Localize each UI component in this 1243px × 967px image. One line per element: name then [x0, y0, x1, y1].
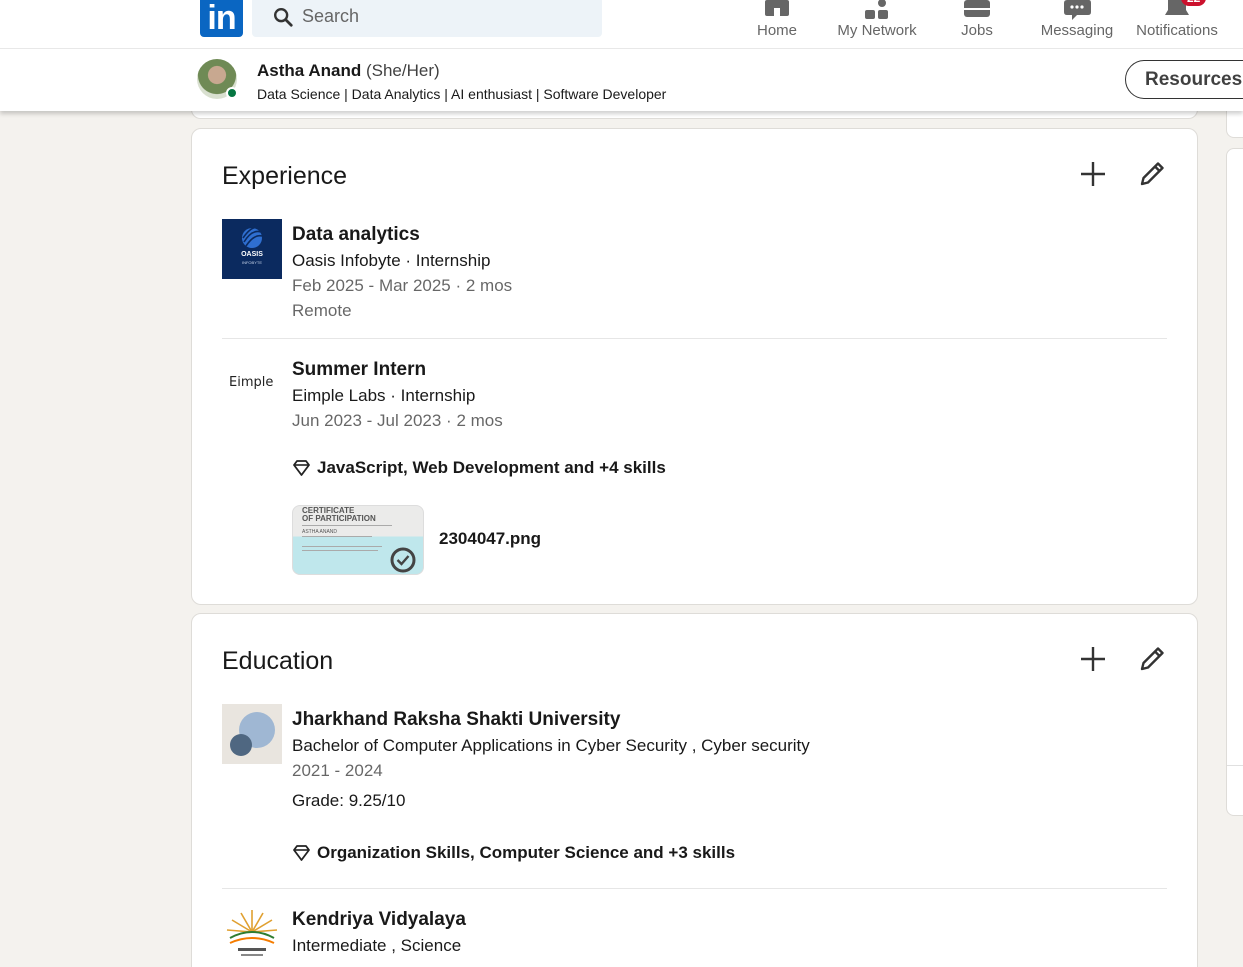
messaging-icon: [1064, 0, 1091, 20]
item-divider: [222, 338, 1167, 339]
nav-home[interactable]: Home: [747, 0, 807, 49]
certificate-line: [302, 546, 382, 547]
diamond-icon: [293, 459, 310, 476]
certificate-seal-icon: [390, 547, 416, 573]
nav-notifications[interactable]: 22 Notifications: [1132, 0, 1222, 49]
company-logo-eimple[interactable]: Eimple: [222, 354, 282, 414]
experience-location: Remote: [292, 301, 352, 320]
education-section: Education Jharkhand Raksha Shakti Univer…: [191, 613, 1198, 967]
education-skills[interactable]: Organization Skills, Computer Science an…: [292, 843, 735, 863]
school-logo-placeholder[interactable]: [222, 704, 282, 764]
top-nav: in Search Home My Network Jobs Messaging…: [0, 0, 1243, 49]
add-icon[interactable]: [1077, 643, 1109, 675]
school-placeholder-icon: [230, 712, 275, 756]
nav-my-network-label: My Network: [837, 22, 917, 39]
school-logo-kendriya[interactable]: [222, 906, 282, 966]
diamond-icon: [293, 844, 310, 861]
sticky-profile-bar: Astha Anand (She/Her) Data Science | Dat…: [0, 49, 1243, 111]
search-placeholder[interactable]: Search: [302, 6, 359, 27]
nav-jobs-label: Jobs: [961, 22, 993, 39]
sunburst-emblem-icon: [226, 910, 278, 956]
experience-title[interactable]: Summer Intern: [292, 359, 426, 381]
media-filename[interactable]: 2304047.png: [439, 529, 541, 549]
certificate-line: [302, 525, 392, 526]
education-school[interactable]: Kendriya Vidyalaya: [292, 909, 466, 931]
right-rail-card: [1226, 148, 1243, 816]
profile-name-text: Astha Anand: [257, 61, 362, 80]
certificate-subtitle: OF PARTICIPATION: [302, 514, 376, 523]
briefcase-icon: [964, 0, 990, 17]
linkedin-logo[interactable]: in: [200, 0, 243, 37]
nav-jobs[interactable]: Jobs: [947, 0, 1007, 49]
nav-messaging-label: Messaging: [1040, 22, 1114, 39]
nav-home-label: Home: [756, 22, 797, 39]
home-icon: [765, 0, 789, 16]
item-divider: [222, 888, 1167, 889]
nav-messaging[interactable]: Messaging: [1037, 0, 1117, 49]
education-degree: Intermediate , Science: [292, 936, 462, 955]
experience-company: Eimple Labs · Internship: [292, 386, 476, 405]
eimple-logo-text: Eimple: [229, 375, 274, 390]
edit-pencil-icon[interactable]: [1136, 158, 1168, 190]
profile-pronouns: (She/Her): [365, 61, 440, 80]
education-skills-text: Organization Skills, Computer Science an…: [317, 843, 736, 862]
education-school[interactable]: Jharkhand Raksha Shakti University: [292, 709, 620, 731]
notification-badge: 22: [1181, 0, 1207, 6]
education-heading: Education: [222, 647, 334, 675]
education-degree: Bachelor of Computer Applications in Cyb…: [292, 736, 810, 755]
search-icon: [274, 8, 293, 27]
right-rail-divider: [1227, 765, 1243, 766]
profile-headline: Data Science | Data Analytics | AI enthu…: [257, 86, 667, 102]
edit-pencil-icon[interactable]: [1136, 643, 1168, 675]
add-icon[interactable]: [1077, 158, 1109, 190]
media-thumbnail[interactable]: CERTIFICATE OF PARTICIPATION ASTHA ANAND: [292, 505, 424, 575]
company-logo-oasis[interactable]: OASIS INFOBYTE: [222, 219, 282, 279]
oasis-logo-text: OASIS: [241, 251, 263, 258]
certificate-name: ASTHA ANAND: [302, 529, 338, 535]
nav-notifications-label: Notifications: [1136, 22, 1218, 39]
search-bar[interactable]: Search: [252, 0, 602, 37]
nav-my-network[interactable]: My Network: [832, 0, 922, 49]
experience-skills-text: JavaScript, Web Development and +4 skill…: [317, 458, 666, 477]
experience-skills[interactable]: JavaScript, Web Development and +4 skill…: [292, 458, 666, 478]
experience-section: Experience OASIS INFOBYTE Data analytics…: [191, 128, 1198, 605]
experience-heading: Experience: [222, 162, 348, 190]
oasis-logo-subtext: INFOBYTE: [241, 260, 262, 265]
certificate-line: [302, 550, 378, 551]
profile-name: Astha Anand (She/Her): [257, 61, 440, 81]
experience-dates: Jun 2023 - Jul 2023 · 2 mos: [292, 411, 503, 430]
network-icon: [865, 0, 888, 19]
experience-dates: Feb 2025 - Mar 2025 · 2 mos: [292, 276, 513, 295]
education-grade: Grade: 9.25/10: [292, 791, 406, 810]
oasis-globe-icon: [242, 226, 263, 248]
certificate-line: [302, 536, 372, 537]
experience-company: Oasis Infobyte · Internship: [292, 251, 491, 270]
resources-button[interactable]: Resources: [1125, 60, 1243, 99]
experience-title[interactable]: Data analytics: [292, 224, 420, 246]
education-dates: 2021 - 2024: [292, 761, 383, 780]
online-status-indicator: [226, 87, 238, 99]
